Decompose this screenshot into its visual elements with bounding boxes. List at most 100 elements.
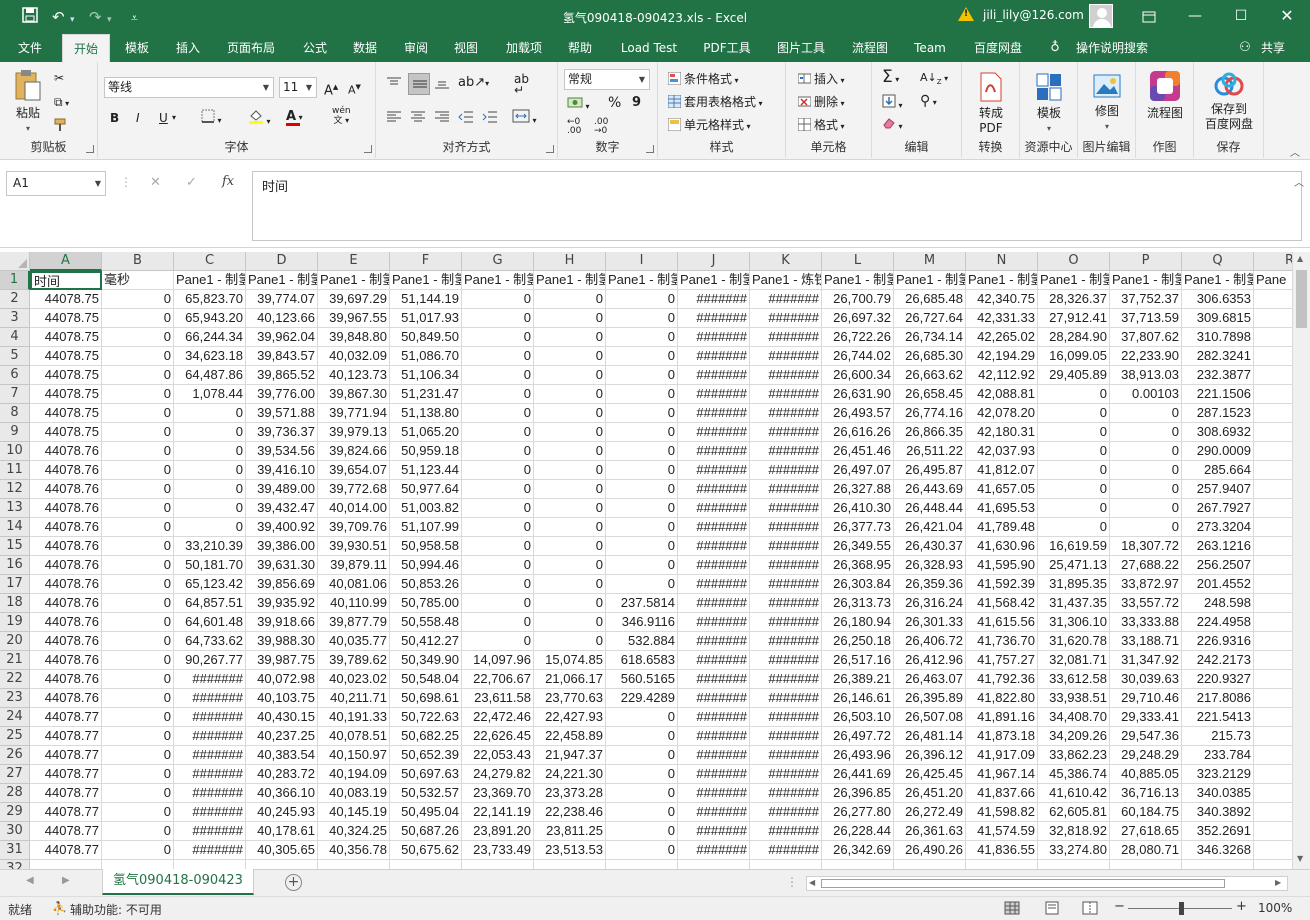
- table-cell[interactable]: 40,023.02: [318, 670, 390, 689]
- table-cell[interactable]: 37,752.37: [1110, 290, 1182, 309]
- header-cell[interactable]: Pane: [1254, 271, 1292, 290]
- table-cell[interactable]: 41,837.66: [966, 784, 1038, 803]
- accessibility-icon[interactable]: ⛹: [52, 901, 67, 915]
- cell-styles-button[interactable]: 单元格样式 ▾: [668, 117, 751, 135]
- table-cell[interactable]: #######: [678, 366, 750, 385]
- row-header[interactable]: 21: [0, 651, 30, 670]
- table-cell[interactable]: 32,818.92: [1038, 822, 1110, 841]
- table-cell[interactable]: 0: [534, 366, 606, 385]
- alignment-launcher-icon[interactable]: [546, 145, 554, 153]
- share-button[interactable]: 共享: [1256, 34, 1290, 62]
- table-cell[interactable]: 0: [1038, 423, 1110, 442]
- align-top-icon[interactable]: [386, 76, 402, 94]
- insert-function-icon[interactable]: fx: [222, 174, 234, 189]
- row-header[interactable]: 18: [0, 594, 30, 613]
- table-cell[interactable]: 38,913.03: [1110, 366, 1182, 385]
- table-cell[interactable]: 242.2173: [1182, 651, 1254, 670]
- table-cell[interactable]: 17,0: [1254, 347, 1292, 366]
- table-cell[interactable]: 0: [534, 385, 606, 404]
- header-cell[interactable]: Pane1 - 制氢: [822, 271, 894, 290]
- table-cell[interactable]: 0: [102, 689, 174, 708]
- table-cell[interactable]: 40,885.05: [1110, 765, 1182, 784]
- currency-format-icon[interactable]: ▾: [567, 96, 590, 115]
- table-cell[interactable]: 30,039.63: [1110, 670, 1182, 689]
- table-cell[interactable]: 26,410.30: [822, 499, 894, 518]
- font-launcher-icon[interactable]: [364, 145, 372, 153]
- table-cell[interactable]: 309.6815: [1182, 309, 1254, 328]
- table-cell[interactable]: 17,0: [1254, 366, 1292, 385]
- table-cell[interactable]: 0: [534, 613, 606, 632]
- template-dropdown-icon[interactable]: ▾: [1029, 121, 1069, 136]
- autosum-icon[interactable]: Σ ▾: [882, 69, 899, 88]
- format-painter-icon[interactable]: [54, 118, 70, 136]
- table-cell[interactable]: 17,0: [1254, 822, 1292, 841]
- table-cell[interactable]: 50,697.63: [390, 765, 462, 784]
- sheet-tab[interactable]: 氢气090418-090423: [102, 869, 254, 895]
- table-cell[interactable]: [30, 860, 102, 869]
- comma-style-button[interactable]: 9: [632, 95, 641, 111]
- scroll-up-icon[interactable]: ▲: [1297, 254, 1303, 263]
- table-cell[interactable]: 39,843.57: [246, 347, 318, 366]
- table-cell[interactable]: 310.7898: [1182, 328, 1254, 347]
- table-cell[interactable]: 0: [1110, 461, 1182, 480]
- zoom-level[interactable]: 100%: [1258, 901, 1292, 915]
- table-cell[interactable]: 0: [606, 385, 678, 404]
- table-cell[interactable]: 26,697.32: [822, 309, 894, 328]
- column-header[interactable]: A: [30, 252, 102, 271]
- format-cells-button[interactable]: 格式 ▾: [798, 117, 845, 135]
- table-cell[interactable]: 26,497.07: [822, 461, 894, 480]
- table-cell[interactable]: 224.4958: [1182, 613, 1254, 632]
- table-cell[interactable]: 40,110.99: [318, 594, 390, 613]
- table-cell[interactable]: 0: [462, 385, 534, 404]
- table-cell[interactable]: 0: [102, 518, 174, 537]
- table-cell[interactable]: 40,150.97: [318, 746, 390, 765]
- table-cell[interactable]: 0: [606, 366, 678, 385]
- table-cell[interactable]: 41,598.82: [966, 803, 1038, 822]
- convert-pdf-button[interactable]: 转成PDF: [970, 72, 1012, 136]
- table-cell[interactable]: 26,490.26: [894, 841, 966, 860]
- table-cell[interactable]: 26,349.55: [822, 537, 894, 556]
- table-cell[interactable]: 0: [102, 822, 174, 841]
- table-cell[interactable]: 0: [102, 651, 174, 670]
- table-cell[interactable]: 221.5413: [1182, 708, 1254, 727]
- table-cell[interactable]: 0: [174, 442, 246, 461]
- tell-me-search[interactable]: 操作说明搜索: [1070, 34, 1154, 62]
- table-cell[interactable]: 0: [102, 784, 174, 803]
- table-cell[interactable]: 22,238.46: [534, 803, 606, 822]
- table-cell[interactable]: 26,313.73: [822, 594, 894, 613]
- table-cell[interactable]: 44078.77: [30, 784, 102, 803]
- formula-input[interactable]: 时间: [252, 171, 1302, 241]
- table-cell[interactable]: 0: [102, 670, 174, 689]
- table-cell[interactable]: 0: [462, 518, 534, 537]
- column-header[interactable]: P: [1110, 252, 1182, 271]
- table-cell[interactable]: [1110, 860, 1182, 869]
- table-cell[interactable]: 221.1506: [1182, 385, 1254, 404]
- table-cell[interactable]: 39,988.30: [246, 632, 318, 651]
- save-icon[interactable]: [22, 7, 38, 28]
- table-cell[interactable]: 0: [102, 309, 174, 328]
- table-cell[interactable]: [246, 860, 318, 869]
- row-header[interactable]: 28: [0, 784, 30, 803]
- table-cell[interactable]: 17,0: [1254, 784, 1292, 803]
- table-cell[interactable]: 51,231.47: [390, 385, 462, 404]
- table-cell[interactable]: 33,862.23: [1038, 746, 1110, 765]
- row-header[interactable]: 20: [0, 632, 30, 651]
- table-cell[interactable]: 41,891.16: [966, 708, 1038, 727]
- row-header[interactable]: 7: [0, 385, 30, 404]
- table-cell[interactable]: 60,184.75: [1110, 803, 1182, 822]
- table-cell[interactable]: 29,405.89: [1038, 366, 1110, 385]
- table-cell[interactable]: 618.6583: [606, 651, 678, 670]
- table-cell[interactable]: 39,736.37: [246, 423, 318, 442]
- row-header[interactable]: 29: [0, 803, 30, 822]
- table-cell[interactable]: 0: [174, 404, 246, 423]
- table-cell[interactable]: #######: [678, 480, 750, 499]
- table-cell[interactable]: [606, 860, 678, 869]
- header-cell[interactable]: Pane1 - 制氢: [966, 271, 1038, 290]
- table-cell[interactable]: 39,386.00: [246, 537, 318, 556]
- table-cell[interactable]: 64,487.86: [174, 366, 246, 385]
- table-cell[interactable]: 26,685.48: [894, 290, 966, 309]
- row-header[interactable]: 14: [0, 518, 30, 537]
- table-cell[interactable]: 0: [462, 556, 534, 575]
- table-cell[interactable]: 34,209.26: [1038, 727, 1110, 746]
- table-cell[interactable]: 340.3892: [1182, 803, 1254, 822]
